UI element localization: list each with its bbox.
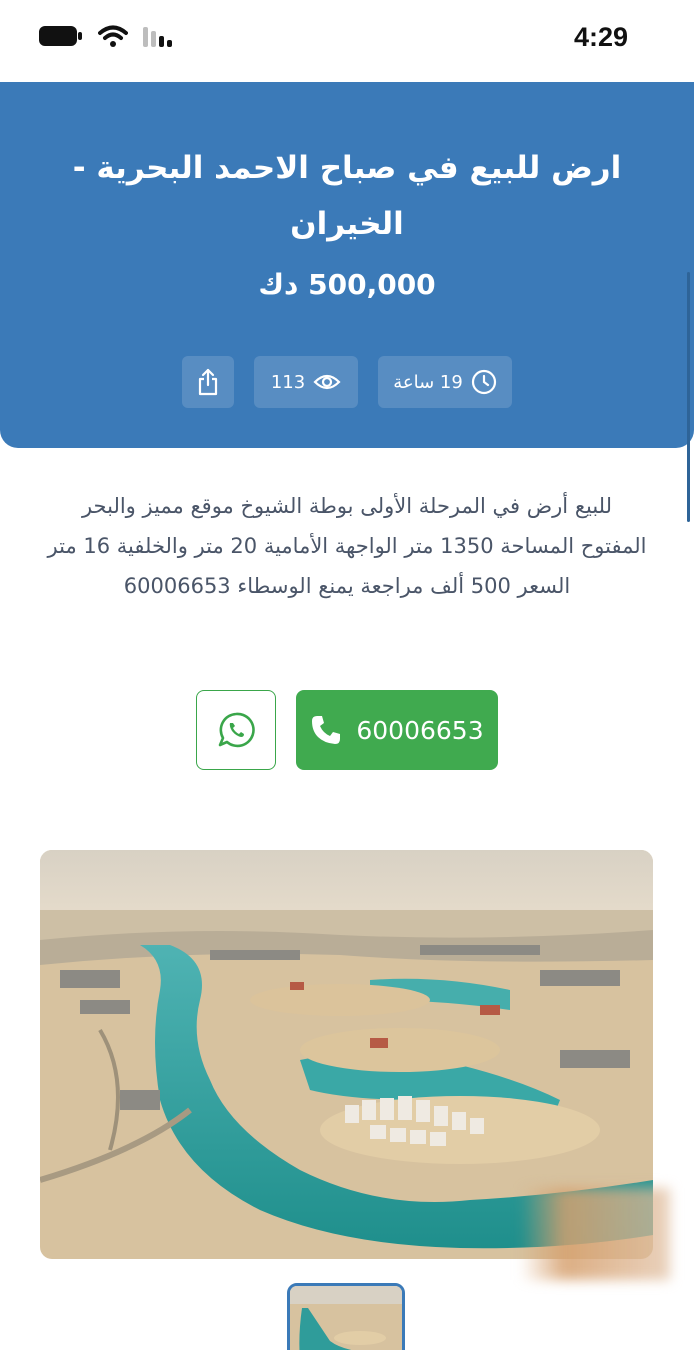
battery-icon [39,26,82,46]
call-phone-number: 60006653 [356,715,484,745]
listing-price: 500,000 دك [258,268,436,301]
meta-row: 113 19 ساعة [0,356,694,408]
posted-time: 19 ساعة [378,356,512,408]
listing-title: ارض للبيع في صباح الاحمد البحرية - الخير… [72,150,622,242]
clock-icon [471,369,496,395]
status-icons [38,24,174,48]
share-button[interactable] [182,356,234,408]
scrollbar[interactable] [687,272,690,522]
status-bar: 4:29 [0,0,694,82]
listing-description: للبيع أرض في المرحلة الأولى بوطة الشيوخ … [47,494,647,598]
whatsapp-button[interactable] [196,690,276,770]
eye-icon [313,374,341,390]
posted-time-label: 19 ساعة [393,371,463,393]
watermark-blur [520,1188,670,1280]
status-time: 4:29 [573,22,628,52]
listing-header: ارض للبيع في صباح الاحمد البحرية - الخير… [0,82,694,522]
contact-actions: 60006653 [0,690,694,770]
views-count: 113 [270,371,306,393]
call-button[interactable]: 60006653 [296,690,498,770]
phone-icon [312,716,341,744]
views-counter: 113 [254,356,358,408]
share-icon [198,368,218,396]
photo-thumbnail[interactable] [287,1283,405,1350]
whatsapp-icon [218,712,255,748]
wifi-icon [98,25,128,47]
signal-icon [143,27,172,47]
